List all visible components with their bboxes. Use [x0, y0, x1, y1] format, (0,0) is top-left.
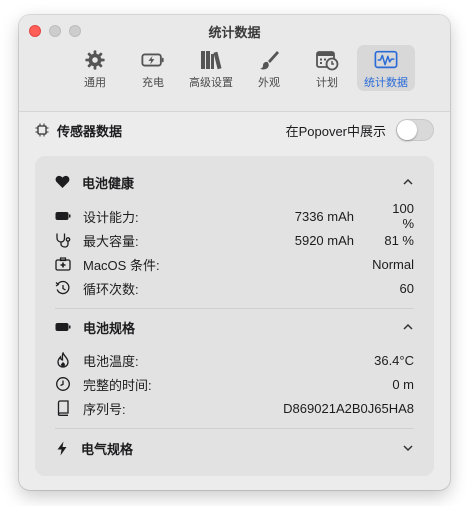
preferences-window: 统计数据 通用 充电 高级设置 外观 计划 统计数据 传感器数据 在Popove… [19, 15, 450, 490]
time-to-full-row: 完整的时间: 0 m [55, 374, 414, 394]
window-title: 统计数据 [208, 25, 261, 40]
titlebar: 统计数据 通用 充电 高级设置 外观 计划 统计数据 [19, 15, 450, 112]
design-capacity-value: 7336 mAh [294, 208, 354, 224]
max-capacity-percent: 81 % [384, 232, 414, 248]
paintbrush-icon [257, 49, 281, 71]
battery-specs-title: 电池规格 [83, 320, 136, 336]
lightning-bolt-icon [55, 441, 69, 456]
battery-charging-icon [141, 49, 165, 71]
battery-temperature-value: 36.4°C [374, 352, 414, 368]
battery-temperature-label: 电池温度: [83, 353, 139, 369]
tab-appearance[interactable]: 外观 [241, 45, 297, 91]
serial-number-label: 序列号: [83, 401, 126, 417]
waveform-chart-icon [374, 49, 398, 71]
design-capacity-percent: 100 % [392, 201, 414, 231]
statistics-content: 传感器数据 在Popover中展示 电池健康 设计能力: 7336 mAh 10… [19, 112, 450, 490]
design-capacity-label: 设计能力: [83, 209, 139, 225]
tab-schedule-label: 计划 [316, 77, 338, 89]
tab-schedule[interactable]: 计划 [299, 45, 355, 91]
section-divider [55, 308, 414, 309]
medical-kit-icon [55, 256, 71, 272]
tab-general[interactable]: 通用 [67, 45, 123, 91]
tab-general-label: 通用 [84, 77, 106, 89]
max-capacity-label: 最大容量: [83, 233, 139, 249]
show-in-popover-label: 在Popover中展示 [285, 123, 386, 139]
electrical-specs-title: 电气规格 [81, 441, 134, 457]
books-icon [199, 49, 223, 71]
tab-advanced[interactable]: 高级设置 [183, 45, 239, 91]
battery-info-panel: 电池健康 设计能力: 7336 mAh 100 % 最大容量: 5920 mAh… [35, 156, 434, 476]
tab-statistics[interactable]: 统计数据 [357, 45, 415, 91]
serial-number-row: 序列号: D869021A2B0J65HA8 [55, 398, 414, 418]
section-divider [55, 428, 414, 429]
calendar-clock-icon [315, 49, 339, 71]
macos-condition-label: MacOS 条件: [83, 257, 160, 273]
toolbar: 通用 充电 高级设置 外观 计划 统计数据 [67, 45, 415, 91]
time-to-full-value: 0 m [392, 376, 414, 392]
chevron-up-icon[interactable] [402, 176, 414, 188]
tab-statistics-label: 统计数据 [364, 77, 408, 89]
sensor-data-header: 传感器数据 在Popover中展示 [35, 118, 434, 142]
design-capacity-row: 设计能力: 7336 mAh 100 % [55, 201, 414, 231]
book-icon [55, 400, 71, 416]
max-capacity-value: 5920 mAh [294, 232, 354, 248]
battery-health-title: 电池健康 [82, 175, 135, 191]
toggle-knob [397, 120, 417, 140]
chip-icon [35, 123, 49, 137]
battery-full-icon [55, 208, 71, 224]
tab-advanced-label: 高级设置 [189, 77, 233, 89]
sensor-data-title: 传感器数据 [57, 123, 123, 139]
tab-charging-label: 充电 [142, 77, 164, 89]
history-clock-icon [55, 280, 71, 296]
battery-specs-header[interactable]: 电池规格 [55, 317, 414, 337]
chevron-down-icon[interactable] [402, 442, 414, 454]
electrical-specs-header[interactable]: 电气规格 [55, 438, 414, 458]
tab-appearance-label: 外观 [258, 77, 280, 89]
cycle-count-label: 循环次数: [83, 281, 139, 297]
heart-icon [55, 175, 70, 189]
stethoscope-icon [55, 232, 71, 248]
macos-condition-value: Normal [372, 256, 414, 272]
flame-icon [55, 352, 71, 368]
battery-temperature-row: 电池温度: 36.4°C [55, 350, 414, 370]
gear-icon [83, 49, 107, 71]
battery-icon [55, 322, 71, 332]
tab-charging[interactable]: 充电 [125, 45, 181, 91]
cycle-count-value: 60 [399, 280, 414, 296]
clock-icon [55, 376, 71, 392]
cycle-count-row: 循环次数: 60 [55, 278, 414, 298]
macos-condition-row: MacOS 条件: Normal [55, 254, 414, 274]
show-in-popover-toggle[interactable] [396, 119, 434, 141]
time-to-full-label: 完整的时间: [83, 377, 152, 393]
battery-health-header[interactable]: 电池健康 [55, 172, 414, 192]
chevron-up-icon[interactable] [402, 321, 414, 333]
serial-number-value: D869021A2B0J65HA8 [283, 400, 414, 416]
max-capacity-row: 最大容量: 5920 mAh 81 % [55, 230, 414, 250]
